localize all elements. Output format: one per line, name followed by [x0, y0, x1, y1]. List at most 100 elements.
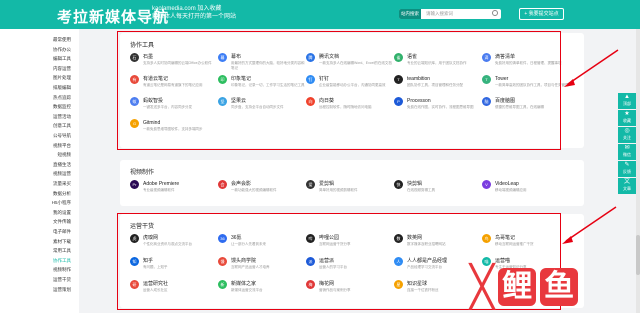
sidebar-item[interactable]: 运营干货 — [0, 275, 79, 284]
float-button[interactable]: ✎ 反馈 — [618, 161, 636, 177]
tool-item[interactable]: 梅梅花网 营销作品与案例分享 — [306, 280, 396, 306]
tool-item[interactable]: 快快剪辑 在线视频剪辑工具 — [394, 180, 484, 206]
float-button[interactable]: ✉ 微信 — [618, 144, 636, 160]
tool-name: 数英网 — [407, 235, 423, 241]
tool-logo-icon: T — [482, 75, 491, 84]
tool-item[interactable]: G Gitmind 一款免费思维导图软件，支持多端同步 — [130, 119, 220, 145]
sidebar-item[interactable]: 直播生活 — [0, 160, 79, 169]
sidebar-item[interactable]: 协作工具 — [0, 256, 79, 265]
sidebar-item[interactable]: 视频制作 — [0, 265, 79, 274]
search-icon[interactable] — [492, 10, 498, 16]
tool-logo-icon: 虎 — [130, 234, 139, 243]
tool-item[interactable]: 会会声会影 一款功能强大的视频编辑软件 — [218, 180, 308, 206]
tool-desc: 互联网产品运营人才培养 — [231, 265, 270, 269]
sidebar-item[interactable]: 创意工具 — [0, 121, 79, 130]
tool-item[interactable]: 坚坚果云 同步盘，支持全平台自动同步文件 — [218, 97, 308, 123]
section-card: 协作工具石石墨 支持多人实时协同编辑的云端Office办公软件 幕幕布 用最好的方式整… — [120, 33, 584, 148]
tool-item[interactable]: 向向日葵 远程控制软件，随时随地访问电脑 — [306, 97, 396, 123]
sidebar-item[interactable]: 电子邮件 — [0, 227, 79, 236]
float-button[interactable]: ▲ 顶部 — [618, 93, 636, 109]
scrollbar[interactable] — [636, 29, 640, 313]
tool-logo-icon: P — [394, 97, 403, 106]
tool-desc: 用最好的方式整理你的大脑，较好地分类内容和笔记 — [231, 61, 305, 70]
sidebar-item[interactable]: 运营策划 — [0, 285, 79, 294]
tool-desc: 专业级视频编辑软件 — [143, 188, 175, 192]
sidebar-item[interactable]: 短视频 — [0, 150, 79, 159]
tool-name: 鸟哥笔记 — [495, 235, 516, 241]
tool-item[interactable]: P Processon 免费在线作图，实时协作，流程图思维导图 — [394, 97, 484, 123]
float-button[interactable]: 文文章 — [618, 178, 636, 194]
sidebar-item[interactable]: 内容运营 — [0, 64, 79, 73]
float-icon: ✎ — [624, 162, 630, 168]
tool-name: 向日葵 — [319, 98, 335, 104]
sidebar-item[interactable]: H5小程序 — [0, 198, 79, 207]
scrollbar-thumb[interactable] — [636, 235, 640, 275]
search-input[interactable]: 请输入搜索词 — [426, 9, 453, 19]
tool-logo-icon: G — [130, 119, 139, 128]
sidebar-item[interactable]: 流量采买 — [0, 179, 79, 188]
tool-logo-icon: 会 — [218, 180, 227, 189]
tool-desc: 营销作品与案例分享 — [319, 288, 351, 292]
tool-desc: 个性化商业资讯与观点交流平台 — [143, 242, 192, 246]
tool-item[interactable]: 研运营研究社 运营人成长社区 — [130, 280, 220, 306]
tool-logo-icon: 人 — [394, 257, 403, 266]
tool-logo-icon: 哔 — [306, 234, 315, 243]
sidebar-item[interactable]: 数据监控 — [0, 102, 79, 111]
sidebar-item[interactable]: 数据分析 — [0, 189, 79, 198]
sidebar-item[interactable]: 常用工具 — [0, 246, 79, 255]
watermark-char-2: 鱼 — [540, 268, 579, 306]
tool-logo-icon: V — [482, 180, 491, 189]
sidebar-item[interactable]: 我的设置 — [0, 208, 79, 217]
tool-item[interactable]: 新新媒体之家 新媒体运营交流平台 — [218, 280, 308, 306]
tool-logo-icon: 腾 — [306, 53, 315, 62]
float-button[interactable]: ◎ 关注 — [618, 127, 636, 143]
tool-desc: 新媒体运营交流平台 — [231, 288, 263, 292]
tool-desc: 移动互联网运营推广干货 — [495, 242, 534, 246]
search-select[interactable]: 站内搜索 — [399, 9, 421, 19]
sidebar-item[interactable]: 公号导航 — [0, 131, 79, 140]
tool-desc: 让一部分人先看到未来 — [231, 242, 266, 246]
tool-item[interactable]: 爱爱剪辑 简单好用的视频剪辑软件 — [306, 180, 396, 206]
site-tagline: 新媒体人每天打开的第一个网站 — [152, 14, 237, 20]
sidebar-item[interactable]: 排版编辑 — [0, 83, 79, 92]
watermark-mark: ╳ — [470, 265, 495, 309]
tool-item[interactable]: 脑百度脑图 便捷的思维导图工具，在线编辑 — [482, 97, 572, 123]
tool-name: 馒头商学院 — [231, 258, 257, 264]
tool-name: Processon — [407, 98, 431, 104]
site-url: kaolamedia.com — [152, 6, 196, 12]
tool-name: VideoLeap — [495, 181, 519, 187]
tool-desc: 简单好用的视频剪辑软件 — [319, 188, 358, 192]
tool-logo-icon: 向 — [306, 97, 315, 106]
bookmark-link[interactable]: 加入收藏 — [197, 6, 221, 12]
sidebar-item[interactable]: 文件传输 — [0, 217, 79, 226]
section-title: 运营干货 — [130, 224, 155, 230]
tool-item[interactable]: V VideoLeap 移动端视频编辑应用 — [482, 180, 572, 206]
tool-desc: 同步盘，支持全平台自动同步文件 — [231, 105, 284, 109]
tool-item[interactable]: Pr Adobe Premiere 专业级视频编辑软件 — [130, 180, 220, 206]
sidebar-item[interactable]: 最常使用 — [0, 35, 79, 44]
tool-name: 知识星球 — [407, 281, 428, 287]
sidebar-item[interactable]: 素材下载 — [0, 237, 79, 246]
submit-site-button[interactable]: + 我要提交站点 — [519, 8, 564, 20]
tool-name: 知乎 — [143, 258, 154, 264]
sidebar-nav: 最常使用 协作办公 编辑工具 内容运营 图片处理 排版编辑 热点追踪 数据监控 运营活动 创意工具… — [0, 29, 79, 313]
tool-logo-icon: 脑 — [482, 97, 491, 106]
tool-desc: 一款支持多人在线编辑Word、Excel的在线文档 — [319, 61, 392, 65]
tool-name: 运营研究社 — [143, 281, 169, 287]
sidebar-item[interactable]: 视频运营 — [0, 169, 79, 178]
sidebar-item[interactable]: 运营活动 — [0, 112, 79, 121]
tool-desc: 团队协作工具，项目管理和任务分配 — [407, 83, 463, 87]
float-button[interactable]: ★ 收藏 — [618, 110, 636, 126]
sidebar-item[interactable]: 编辑工具 — [0, 54, 79, 63]
sidebar-item[interactable]: 图片处理 — [0, 73, 79, 82]
sidebar-item[interactable]: 热点追踪 — [0, 93, 79, 102]
tool-desc: 移动端视频编辑应用 — [495, 188, 527, 192]
float-icon: ◎ — [624, 128, 630, 134]
sidebar-item[interactable]: 视频平台 — [0, 141, 79, 150]
tool-logo-icon: 雀 — [394, 53, 403, 62]
sidebar-item[interactable]: 协作办公 — [0, 45, 79, 54]
tool-desc: 企业级智能移动办公平台，沟通协同更高效 — [319, 83, 386, 87]
tool-desc: 印象笔记，记录一切，工作学习生活的笔记工具 — [231, 83, 305, 87]
tool-name: 幕布 — [231, 54, 242, 60]
tool-name: Adobe Premiere — [143, 181, 180, 187]
